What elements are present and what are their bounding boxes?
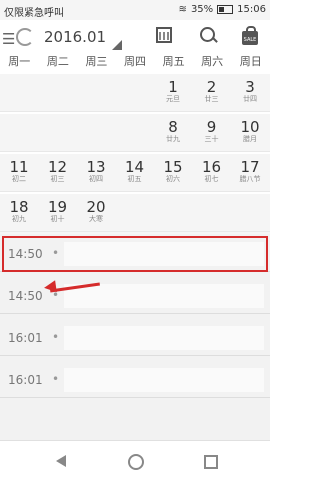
- wifi-icon: ≋: [178, 4, 187, 15]
- lunar-label: 初三: [50, 175, 65, 183]
- battery-icon: [217, 5, 234, 14]
- weekday-label: 周一: [8, 55, 31, 68]
- calendar-icon[interactable]: [156, 27, 172, 43]
- menu-icon[interactable]: ☰: [2, 30, 15, 48]
- day-number: 12: [47, 158, 68, 176]
- event-time: 16:01: [8, 331, 43, 345]
- lunar-label: 初十: [50, 215, 65, 223]
- weekday-header: 周一 周二 周三 周四 周五 周六 周日: [0, 52, 270, 72]
- day-number: 19: [47, 198, 68, 216]
- day-cell[interactable]: 9 三十: [193, 119, 231, 144]
- day-number: 14: [124, 158, 145, 176]
- lunar-label: 初二: [12, 175, 26, 183]
- day-cell[interactable]: 13 初四: [77, 159, 115, 184]
- lunar-label: 三十: [204, 135, 219, 143]
- week-row: 8 廿九 9 三十 10 腊月: [0, 114, 270, 152]
- day-number: 1: [168, 78, 178, 96]
- week-row: 1 元旦 2 廿三 3 廿四: [0, 74, 270, 112]
- week-row: 18 初九 19 初十 20 大寒: [0, 194, 270, 232]
- week-row: 11 初二 12 初三 13 初四 14 初五 15 初六 16 初七 17 腊八节: [0, 154, 270, 192]
- lunar-label: 廿九: [166, 135, 180, 143]
- lunar-label: 廿三: [204, 95, 219, 103]
- lunar-label: 元旦: [166, 95, 180, 103]
- clock: 15:06: [237, 4, 266, 15]
- event-title-area: [64, 284, 264, 308]
- lunar-label: 廿四: [243, 95, 257, 103]
- status-bar: 仅限紧急呼叫 ≋ 35% 15:06: [0, 0, 270, 20]
- event-row[interactable]: 16:01 •: [0, 320, 270, 356]
- event-dot: •: [52, 372, 60, 386]
- day-cell[interactable]: 2 廿三: [193, 79, 231, 104]
- day-cell[interactable]: 17 腊八节: [231, 159, 269, 184]
- search-icon[interactable]: [200, 27, 215, 42]
- event-time: 16:01: [8, 373, 43, 387]
- lunar-label: 腊月: [243, 135, 257, 143]
- lunar-label: 初九: [12, 215, 26, 223]
- calendar-header: ☰ 2016.01 SALE: [0, 20, 270, 52]
- sale-bag-icon[interactable]: SALE: [240, 25, 260, 45]
- day-cell[interactable]: 20 大寒: [77, 199, 115, 224]
- lunar-label: 初六: [166, 175, 180, 183]
- event-title-area: [64, 326, 264, 350]
- day-number: 3: [245, 78, 255, 96]
- event-dot: •: [52, 330, 60, 344]
- day-cell[interactable]: 18 初九: [0, 199, 38, 224]
- day-cell[interactable]: 12 初三: [39, 159, 77, 184]
- day-number: 16: [201, 158, 222, 176]
- home-icon[interactable]: [128, 454, 144, 470]
- month-dropdown-icon[interactable]: [112, 40, 122, 50]
- day-cell[interactable]: 16 初七: [193, 159, 231, 184]
- day-number: 20: [86, 198, 106, 216]
- battery-percent: 35%: [190, 4, 214, 15]
- lunar-label: 初五: [127, 175, 142, 183]
- day-number: 10: [240, 118, 260, 136]
- day-number: 2: [206, 78, 217, 96]
- day-number: 13: [86, 158, 106, 176]
- day-cell[interactable]: 15 初六: [154, 159, 192, 184]
- day-cell[interactable]: 8 廿九: [154, 119, 192, 144]
- back-icon[interactable]: [56, 455, 66, 467]
- weekday-label: 周六: [201, 55, 224, 68]
- month-title[interactable]: 2016.01: [44, 28, 106, 46]
- weekday-label: 周二: [46, 55, 69, 68]
- day-number: 18: [9, 198, 29, 216]
- lunar-label: 大寒: [89, 215, 103, 223]
- lunar-label: 初七: [204, 175, 219, 183]
- status-right: ≋ 35% 15:06: [179, 4, 266, 15]
- weekday-label: 周三: [85, 55, 108, 68]
- refresh-icon[interactable]: [16, 28, 34, 46]
- day-cell[interactable]: 14 初五: [116, 159, 154, 184]
- weekday-label: 周四: [124, 55, 147, 68]
- sale-label: SALE: [243, 37, 257, 43]
- day-cell[interactable]: 19 初十: [39, 199, 77, 224]
- lunar-label: 腊八节: [239, 175, 261, 183]
- day-cell[interactable]: 11 初二: [0, 159, 38, 184]
- lunar-label: 初四: [89, 175, 103, 183]
- weekday-label: 周五: [162, 55, 185, 68]
- event-time: 14:50: [8, 289, 43, 303]
- day-number: 8: [168, 118, 178, 136]
- weekday-label: 周日: [239, 55, 262, 68]
- event-row[interactable]: 14:50 •: [0, 278, 270, 314]
- recent-apps-icon[interactable]: [204, 455, 218, 469]
- day-number: 9: [206, 118, 217, 136]
- event-title-area: [64, 368, 264, 392]
- day-number: 17: [240, 158, 260, 176]
- highlight-box: [2, 236, 268, 272]
- day-cell[interactable]: 10 腊月: [231, 119, 269, 144]
- nav-bar: [0, 440, 270, 481]
- day-cell[interactable]: 1 元旦: [154, 79, 192, 104]
- carrier-text: 仅限紧急呼叫: [4, 8, 64, 19]
- day-cell[interactable]: 3 廿四: [231, 79, 269, 104]
- day-number: 11: [9, 158, 29, 176]
- event-row[interactable]: 16:01 •: [0, 362, 270, 398]
- day-number: 15: [163, 158, 183, 176]
